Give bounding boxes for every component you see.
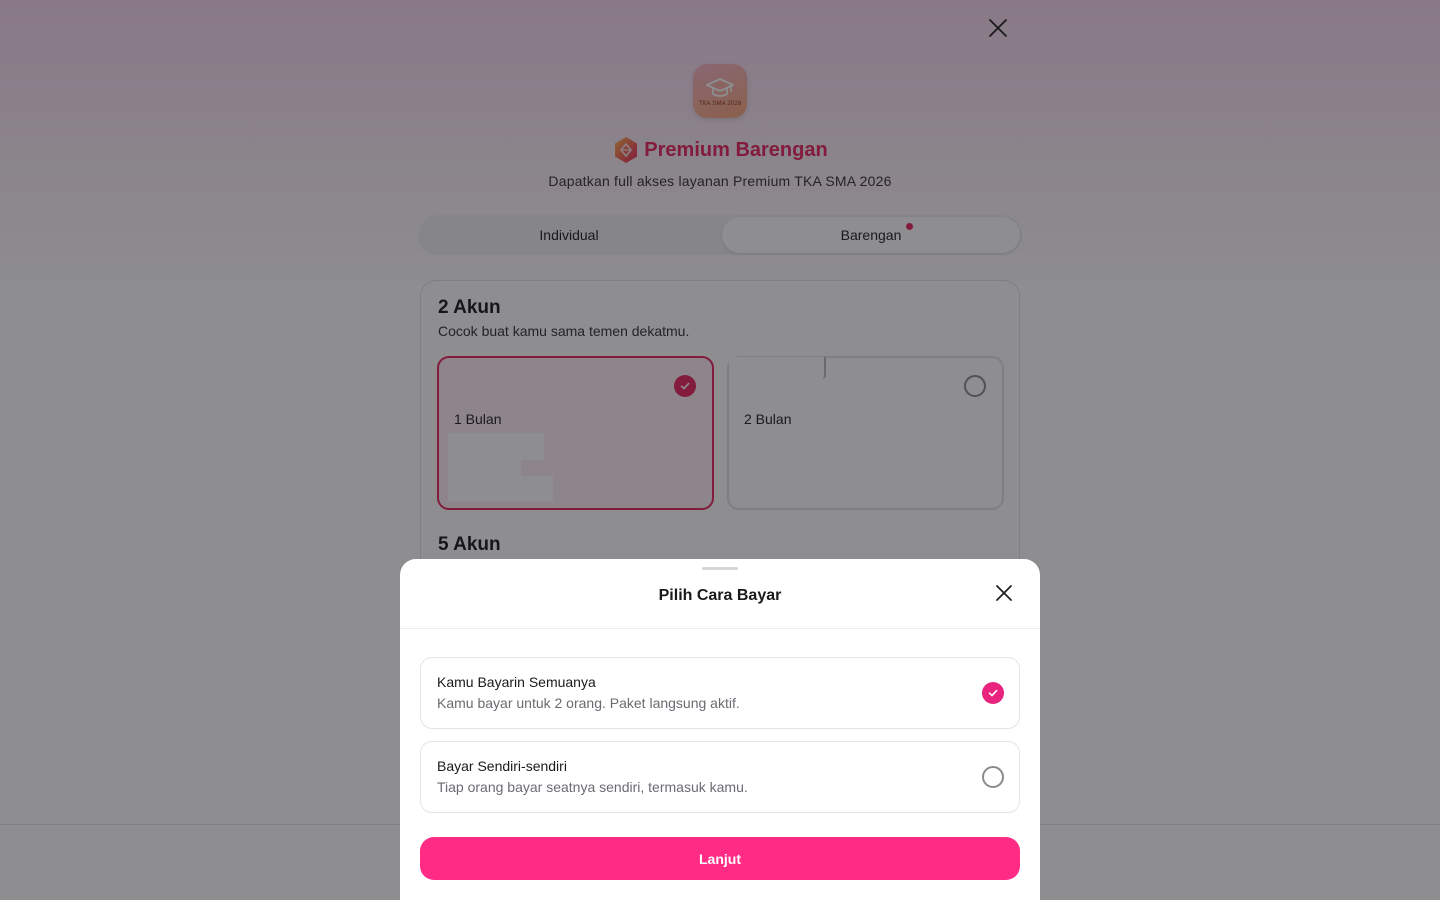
payment-option-pay-separately[interactable]: Bayar Sendiri-sendiri Tiap orang bayar s…	[420, 741, 1020, 813]
sheet-divider	[400, 628, 1040, 629]
check-selected-icon[interactable]	[982, 682, 1004, 704]
sheet-title: Pilih Cara Bayar	[658, 587, 782, 604]
payment-method-sheet: Pilih Cara Bayar Kamu Bayarin Semuanya K…	[400, 559, 1040, 900]
payment-option-pay-all[interactable]: Kamu Bayarin Semuanya Kamu bayar untuk 2…	[420, 657, 1020, 729]
payment-option-description: Kamu bayar untuk 2 orang. Paket langsung…	[437, 695, 740, 711]
continue-button[interactable]: Lanjut	[420, 837, 1020, 880]
close-icon[interactable]	[992, 581, 1016, 605]
payment-option-title: Kamu Bayarin Semuanya	[437, 674, 596, 690]
radio-unselected-icon[interactable]	[982, 766, 1004, 788]
payment-option-description: Tiap orang bayar seatnya sendiri, termas…	[437, 779, 748, 795]
drag-handle[interactable]	[702, 567, 738, 570]
payment-option-title: Bayar Sendiri-sendiri	[437, 758, 567, 774]
